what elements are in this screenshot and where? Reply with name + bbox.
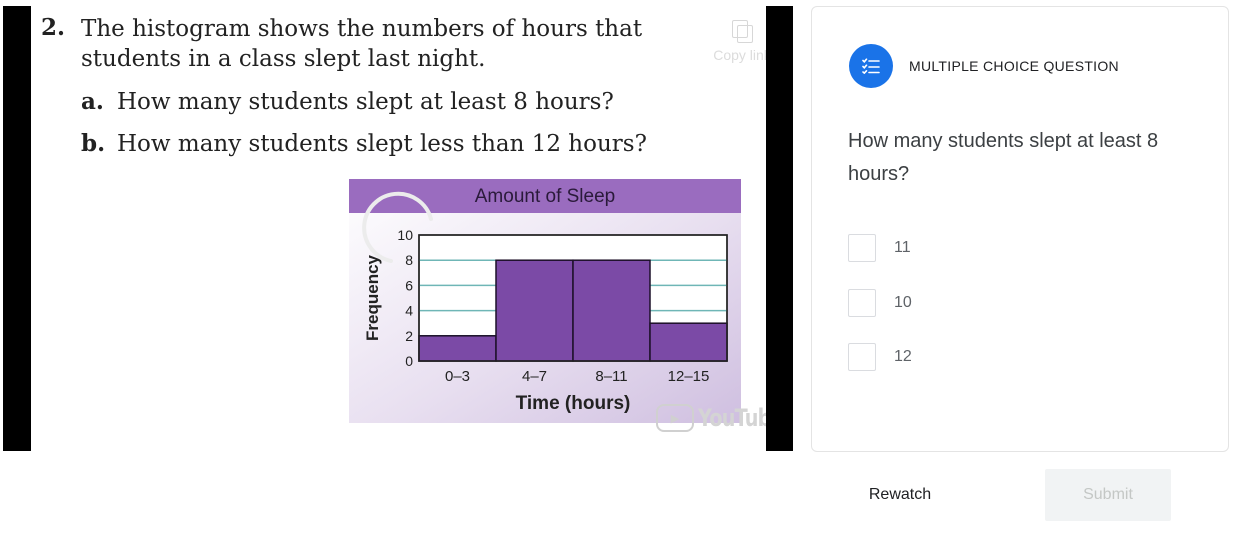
part-a-text: How many students slept at least 8 hours…	[117, 89, 614, 115]
submit-button[interactable]: Submit	[1045, 469, 1171, 521]
x-tick-label: 4–7	[522, 368, 547, 385]
histogram-bar	[572, 259, 651, 362]
y-tick-label: 0	[405, 353, 413, 369]
y-tick-label: 2	[405, 328, 413, 344]
video-frame[interactable]: 2. The histogram shows the numbers of ho…	[31, 6, 766, 451]
rewatch-button[interactable]: Rewatch	[848, 469, 952, 521]
copy-link-label: Copy link	[713, 47, 766, 63]
part-a-letter: a.	[81, 88, 104, 115]
x-tick-label: 0–3	[445, 368, 470, 385]
y-axis-label: Frequency	[363, 254, 382, 341]
play-icon: ▶	[656, 404, 694, 432]
histogram-svg: Amount of Sleep 0 2 4 6 8 10 0–3 4–7 8–11 12–15 Tim…	[349, 179, 741, 423]
copy-icon	[732, 20, 753, 43]
question-prompt: How many students slept at least 8 hours…	[848, 130, 1159, 185]
option-11[interactable]: 11	[848, 234, 911, 262]
chart-title: Amount of Sleep	[475, 186, 615, 207]
part-b-letter: b.	[81, 130, 106, 157]
histogram-bar	[649, 322, 728, 362]
option-checkbox[interactable]	[848, 343, 876, 371]
question-type-label: MULTIPLE CHOICE QUESTION	[909, 58, 1119, 74]
x-tick-label: 8–11	[595, 368, 627, 385]
histogram-bar	[418, 335, 497, 362]
y-tick-label: 8	[405, 252, 413, 268]
option-checkbox[interactable]	[848, 289, 876, 317]
youtube-logo[interactable]: ▶ YouTube	[656, 404, 766, 432]
option-12[interactable]: 12	[848, 343, 912, 371]
x-tick-label: 12–15	[668, 368, 710, 385]
option-label: 12	[894, 348, 912, 365]
copy-link-button[interactable]: Copy link	[707, 20, 766, 63]
histogram-chart: Amount of Sleep 0 2 4 6 8 10 0–3 4–7 8–11 12–15 Tim…	[349, 179, 741, 423]
question-card: MULTIPLE CHOICE QUESTION How many studen…	[811, 6, 1229, 452]
option-label: 11	[894, 239, 911, 256]
problem-number: 2.	[41, 14, 66, 41]
option-checkbox[interactable]	[848, 234, 876, 262]
option-label: 10	[894, 294, 912, 311]
x-axis-label: Time (hours)	[516, 393, 631, 414]
y-tick-label: 4	[405, 303, 413, 319]
video-player[interactable]: 2. The histogram shows the numbers of ho…	[3, 6, 793, 451]
part-b: b. How many students slept less than 12 h…	[81, 130, 647, 157]
problem-text: The histogram shows the numbers of hours…	[81, 16, 643, 72]
youtube-wordmark: YouTube	[698, 404, 766, 432]
option-10[interactable]: 10	[848, 289, 912, 317]
y-tick-label: 6	[405, 277, 413, 293]
checklist-icon	[849, 44, 893, 88]
histogram-bar	[495, 259, 574, 362]
part-a: a. How many students slept at least 8 hou…	[81, 88, 614, 115]
y-tick-label: 10	[397, 227, 413, 243]
part-b-text: How many students slept less than 12 hou…	[117, 131, 647, 157]
